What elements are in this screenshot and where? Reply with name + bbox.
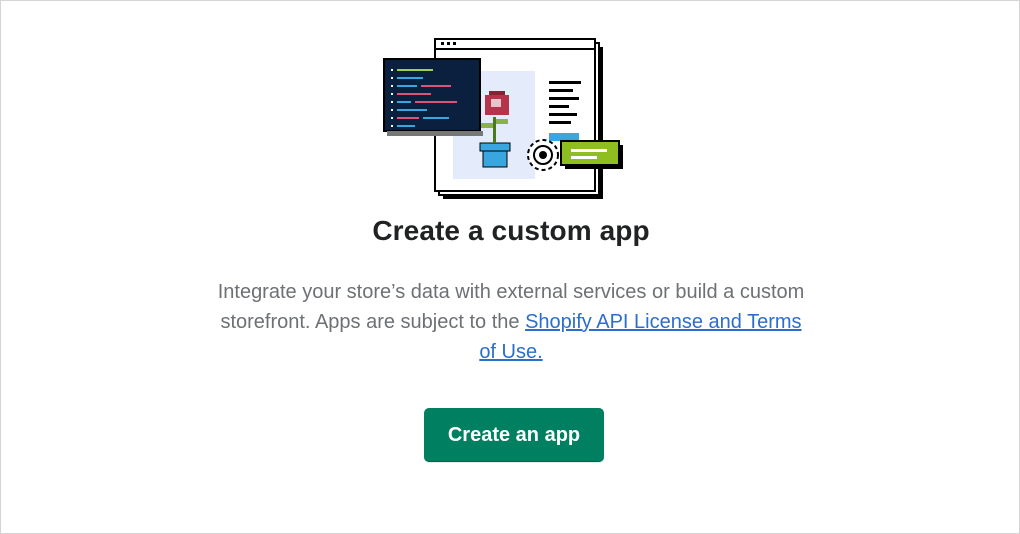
page-title: Create a custom app <box>372 215 650 246</box>
create-app-button[interactable]: Create an app <box>424 408 604 462</box>
empty-state-card: Create a custom app Integrate your store… <box>0 0 1020 534</box>
api-license-link[interactable]: Shopify API License and Terms of Use. <box>479 311 801 363</box>
custom-app-illustration <box>383 38 623 199</box>
description-text: Integrate your store’s data with externa… <box>211 277 811 367</box>
